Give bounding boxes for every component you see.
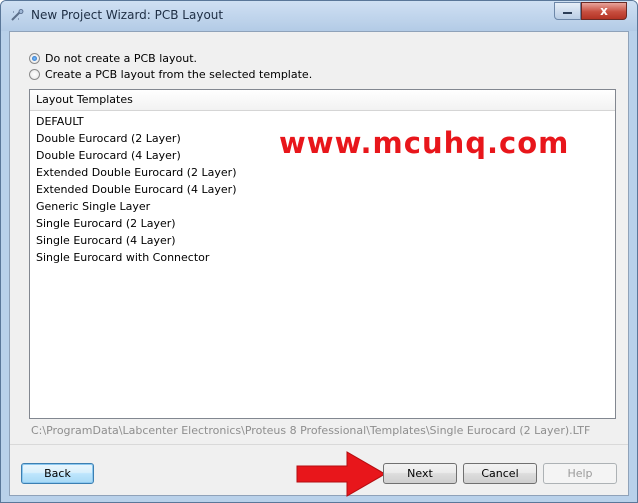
list-item[interactable]: Generic Single Layer xyxy=(30,198,615,215)
template-path: C:\ProgramData\Labcenter Electronics\Pro… xyxy=(31,424,591,437)
title-bar[interactable]: New Project Wizard: PCB Layout x xyxy=(1,1,637,31)
divider xyxy=(10,444,628,445)
option-no-pcb-label[interactable]: Do not create a PCB layout. xyxy=(45,52,197,65)
wizard-icon xyxy=(11,9,24,21)
option-no-pcb[interactable]: Do not create a PCB layout. xyxy=(29,50,197,66)
list-item[interactable]: Extended Double Eurocard (2 Layer) xyxy=(30,164,615,181)
back-button[interactable]: Back xyxy=(21,463,94,484)
arrow-icon xyxy=(296,451,386,497)
cancel-button[interactable]: Cancel xyxy=(463,463,537,484)
list-item[interactable]: Single Eurocard (2 Layer) xyxy=(30,215,615,232)
close-icon: x xyxy=(600,4,608,18)
list-item[interactable]: Single Eurocard (4 Layer) xyxy=(30,232,615,249)
minimize-button[interactable] xyxy=(554,2,581,20)
option-from-template-label[interactable]: Create a PCB layout from the selected te… xyxy=(45,68,312,81)
option-from-template[interactable]: Create a PCB layout from the selected te… xyxy=(29,66,312,82)
list-item[interactable]: Extended Double Eurocard (4 Layer) xyxy=(30,181,615,198)
wizard-window: New Project Wizard: PCB Layout x Do not … xyxy=(0,0,638,503)
radio-no-pcb[interactable] xyxy=(29,52,40,64)
radio-from-template[interactable] xyxy=(29,68,40,80)
close-button[interactable]: x xyxy=(581,2,627,20)
next-button[interactable]: Next xyxy=(383,463,457,484)
list-item[interactable]: Single Eurocard with Connector xyxy=(30,249,615,266)
list-header[interactable]: Layout Templates xyxy=(30,90,615,111)
help-button[interactable]: Help xyxy=(543,463,617,484)
window-title: New Project Wizard: PCB Layout xyxy=(31,8,224,22)
watermark-text: www.mcuhq.com xyxy=(279,126,570,160)
wizard-body: Do not create a PCB layout. Create a PCB… xyxy=(9,31,629,497)
